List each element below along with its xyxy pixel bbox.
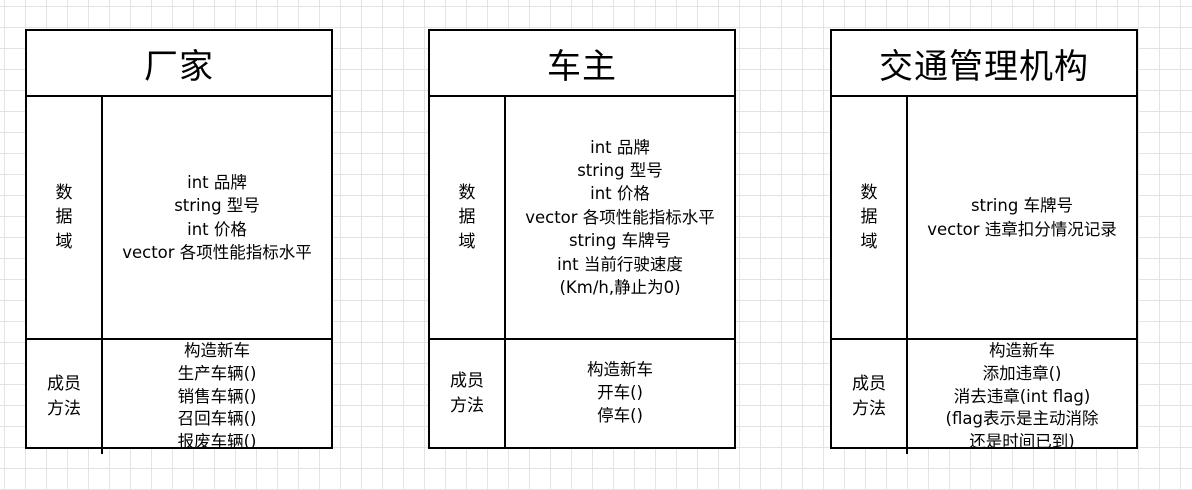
data-field: int 价格: [590, 184, 650, 204]
entity-traffic-authority: 交通管理机构 数 据 域 string 车牌号 vector 违章扣分情况记录 …: [830, 29, 1138, 454]
method-item: 报废车辆(): [177, 432, 257, 452]
data-label: 数 据 域: [832, 97, 908, 338]
data-field: int 当前行驶速度: [557, 254, 683, 274]
data-field: string 车牌号: [568, 231, 672, 251]
method-item: 召回车辆(): [177, 409, 257, 429]
data-label-char: 域: [860, 231, 878, 252]
data-field: int 品牌: [590, 137, 650, 157]
data-field: string 车牌号: [970, 196, 1074, 216]
data-label-char: 数: [55, 182, 73, 203]
data-field: (Km/h,静止为0): [559, 278, 681, 298]
data-label-char: 域: [55, 231, 73, 252]
entity-title: 车主: [430, 31, 734, 97]
entity-title: 交通管理机构: [832, 31, 1136, 97]
entity-title: 厂家: [27, 31, 331, 97]
methods-label-line: 成员: [852, 374, 886, 395]
data-field: int 品牌: [187, 172, 247, 192]
methods-section: 成员 方法 构造新车 开车() 停车(): [430, 340, 734, 447]
methods-section: 成员 方法 构造新车 生产车辆() 销售车辆() 召回车辆() 报废车辆(): [27, 340, 331, 454]
data-field: string 型号: [577, 160, 663, 180]
data-field: string 型号: [174, 196, 260, 216]
method-list: 构造新车 添加违章() 消去违章(int flag) (flag表示是主动消除 …: [908, 340, 1136, 454]
data-fields: int 品牌 string 型号 int 价格 vector 各项性能指标水平: [103, 97, 331, 338]
data-field: int 价格: [187, 219, 247, 239]
method-item: 构造新车: [587, 360, 653, 380]
data-label: 数 据 域: [430, 97, 506, 338]
data-label-char: 据: [458, 207, 476, 228]
method-item: (flag表示是主动消除: [945, 409, 1099, 429]
data-label: 数 据 域: [27, 97, 103, 338]
data-fields: int 品牌 string 型号 int 价格 vector 各项性能指标水平 …: [506, 97, 734, 338]
entity-manufacturer: 厂家 数 据 域 int 品牌 string 型号 int 价格 vector …: [25, 29, 333, 454]
method-item: 构造新车: [184, 341, 250, 360]
entity-car-owner: 车主 数 据 域 int 品牌 string 型号 int 价格 vector …: [428, 29, 736, 449]
data-section: 数 据 域 int 品牌 string 型号 int 价格 vector 各项性…: [27, 97, 331, 340]
data-field: vector 各项性能指标水平: [122, 242, 312, 262]
method-item: 添加违章(): [982, 363, 1062, 383]
method-item: 还是时间已到): [969, 432, 1075, 452]
method-item: 停车(): [597, 405, 643, 425]
methods-label: 成员 方法: [832, 340, 908, 454]
data-field: vector 各项性能指标水平: [525, 207, 715, 227]
methods-label: 成员 方法: [430, 340, 506, 447]
method-item: 开车(): [597, 383, 643, 403]
data-label-char: 数: [458, 182, 476, 203]
methods-label-line: 成员: [47, 374, 81, 395]
method-list: 构造新车 生产车辆() 销售车辆() 召回车辆() 报废车辆(): [103, 340, 331, 454]
methods-label-line: 方法: [852, 398, 886, 419]
data-label-char: 据: [55, 207, 73, 228]
methods-section: 成员 方法 构造新车 添加违章() 消去违章(int flag) (flag表示…: [832, 340, 1136, 454]
method-list: 构造新车 开车() 停车(): [506, 340, 734, 447]
methods-label-line: 方法: [450, 395, 484, 416]
method-item: 生产车辆(): [177, 363, 257, 383]
data-fields: string 车牌号 vector 违章扣分情况记录: [908, 97, 1136, 338]
method-item: 构造新车: [989, 341, 1055, 360]
data-section: 数 据 域 int 品牌 string 型号 int 价格 vector 各项性…: [430, 97, 734, 340]
data-label-char: 据: [860, 207, 878, 228]
data-field: vector 违章扣分情况记录: [927, 219, 1117, 239]
methods-label-line: 成员: [450, 370, 484, 391]
data-label-char: 数: [860, 182, 878, 203]
method-item: 销售车辆(): [177, 386, 257, 406]
data-label-char: 域: [458, 231, 476, 252]
methods-label-line: 方法: [47, 398, 81, 419]
method-item: 消去违章(int flag): [953, 386, 1091, 406]
methods-label: 成员 方法: [27, 340, 103, 454]
data-section: 数 据 域 string 车牌号 vector 违章扣分情况记录: [832, 97, 1136, 340]
